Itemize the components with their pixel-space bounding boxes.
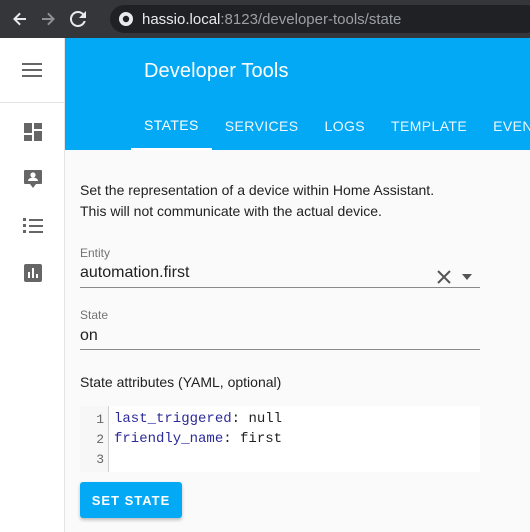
state-input[interactable]: on — [80, 327, 98, 345]
code-line: last_triggered: null — [114, 411, 283, 427]
yaml-key: last_triggered — [114, 411, 232, 427]
attributes-label: State attributes (YAML, optional) — [80, 374, 282, 390]
sidebar-item-history[interactable] — [0, 249, 65, 296]
description: Set the representation of a device withi… — [80, 180, 434, 222]
entity-input[interactable]: automation.first — [80, 264, 189, 282]
tab-logs[interactable]: LOGS — [312, 102, 379, 150]
tab-states[interactable]: STATES — [131, 102, 212, 150]
reload-icon — [70, 11, 86, 27]
sidebar-item-overview[interactable] — [0, 108, 65, 155]
app-header: Developer Tools STATES SERVICES LOGS TEM… — [65, 38, 530, 150]
url-path: :8123/developer-tools/state — [220, 10, 402, 28]
menu-icon — [22, 63, 42, 77]
tab-services[interactable]: SERVICES — [212, 102, 312, 150]
reload-button[interactable] — [64, 5, 92, 33]
chevron-down-icon[interactable] — [461, 272, 473, 282]
sidebar — [0, 38, 65, 532]
state-underline — [80, 349, 480, 350]
line-gutter: 1 2 3 — [80, 406, 109, 472]
chart-icon — [23, 263, 42, 282]
tab-events[interactable]: EVENTS — [480, 102, 530, 150]
back-button[interactable] — [6, 5, 34, 33]
state-label: State — [80, 308, 109, 322]
page-title: Developer Tools — [144, 60, 289, 82]
entity-label: Entity — [80, 246, 111, 260]
yaml-editor[interactable]: 1 2 3 last_triggered: null friendly_name… — [80, 406, 480, 472]
description-line-2: This will not communicate with the actua… — [80, 203, 382, 219]
entity-underline — [80, 287, 480, 288]
site-info-icon — [119, 12, 133, 26]
yaml-value: null — [248, 411, 283, 427]
yaml-key: friendly_name — [114, 431, 224, 447]
yaml-value: first — [240, 431, 283, 447]
code-line: friendly_name: first — [114, 431, 283, 447]
browser-toolbar: hassio.local:8123/developer-tools/state — [0, 0, 530, 38]
account-box-icon — [23, 169, 42, 188]
states-panel: Set the representation of a device withi… — [65, 150, 530, 532]
sidebar-item-logbook[interactable] — [0, 155, 65, 202]
url-host: hassio.local — [142, 10, 221, 28]
forward-button[interactable] — [34, 5, 62, 33]
line-number: 3 — [96, 452, 104, 467]
tab-bar: STATES SERVICES LOGS TEMPLATE EVENTS — [131, 102, 530, 150]
dashboard-icon — [23, 122, 42, 141]
address-bar[interactable]: hassio.local:8123/developer-tools/state — [110, 5, 530, 33]
clear-icon[interactable] — [435, 268, 453, 286]
menu-button[interactable] — [0, 38, 64, 103]
set-state-button[interactable]: SET STATE — [80, 482, 182, 518]
arrow-left-icon — [13, 12, 26, 26]
list-icon — [22, 217, 43, 233]
line-number: 1 — [96, 412, 104, 427]
tab-template[interactable]: TEMPLATE — [378, 102, 480, 150]
line-number: 2 — [96, 432, 104, 447]
sidebar-item-history-list[interactable] — [0, 202, 65, 249]
arrow-right-icon — [42, 12, 55, 26]
description-line-1: Set the representation of a device withi… — [80, 182, 435, 198]
